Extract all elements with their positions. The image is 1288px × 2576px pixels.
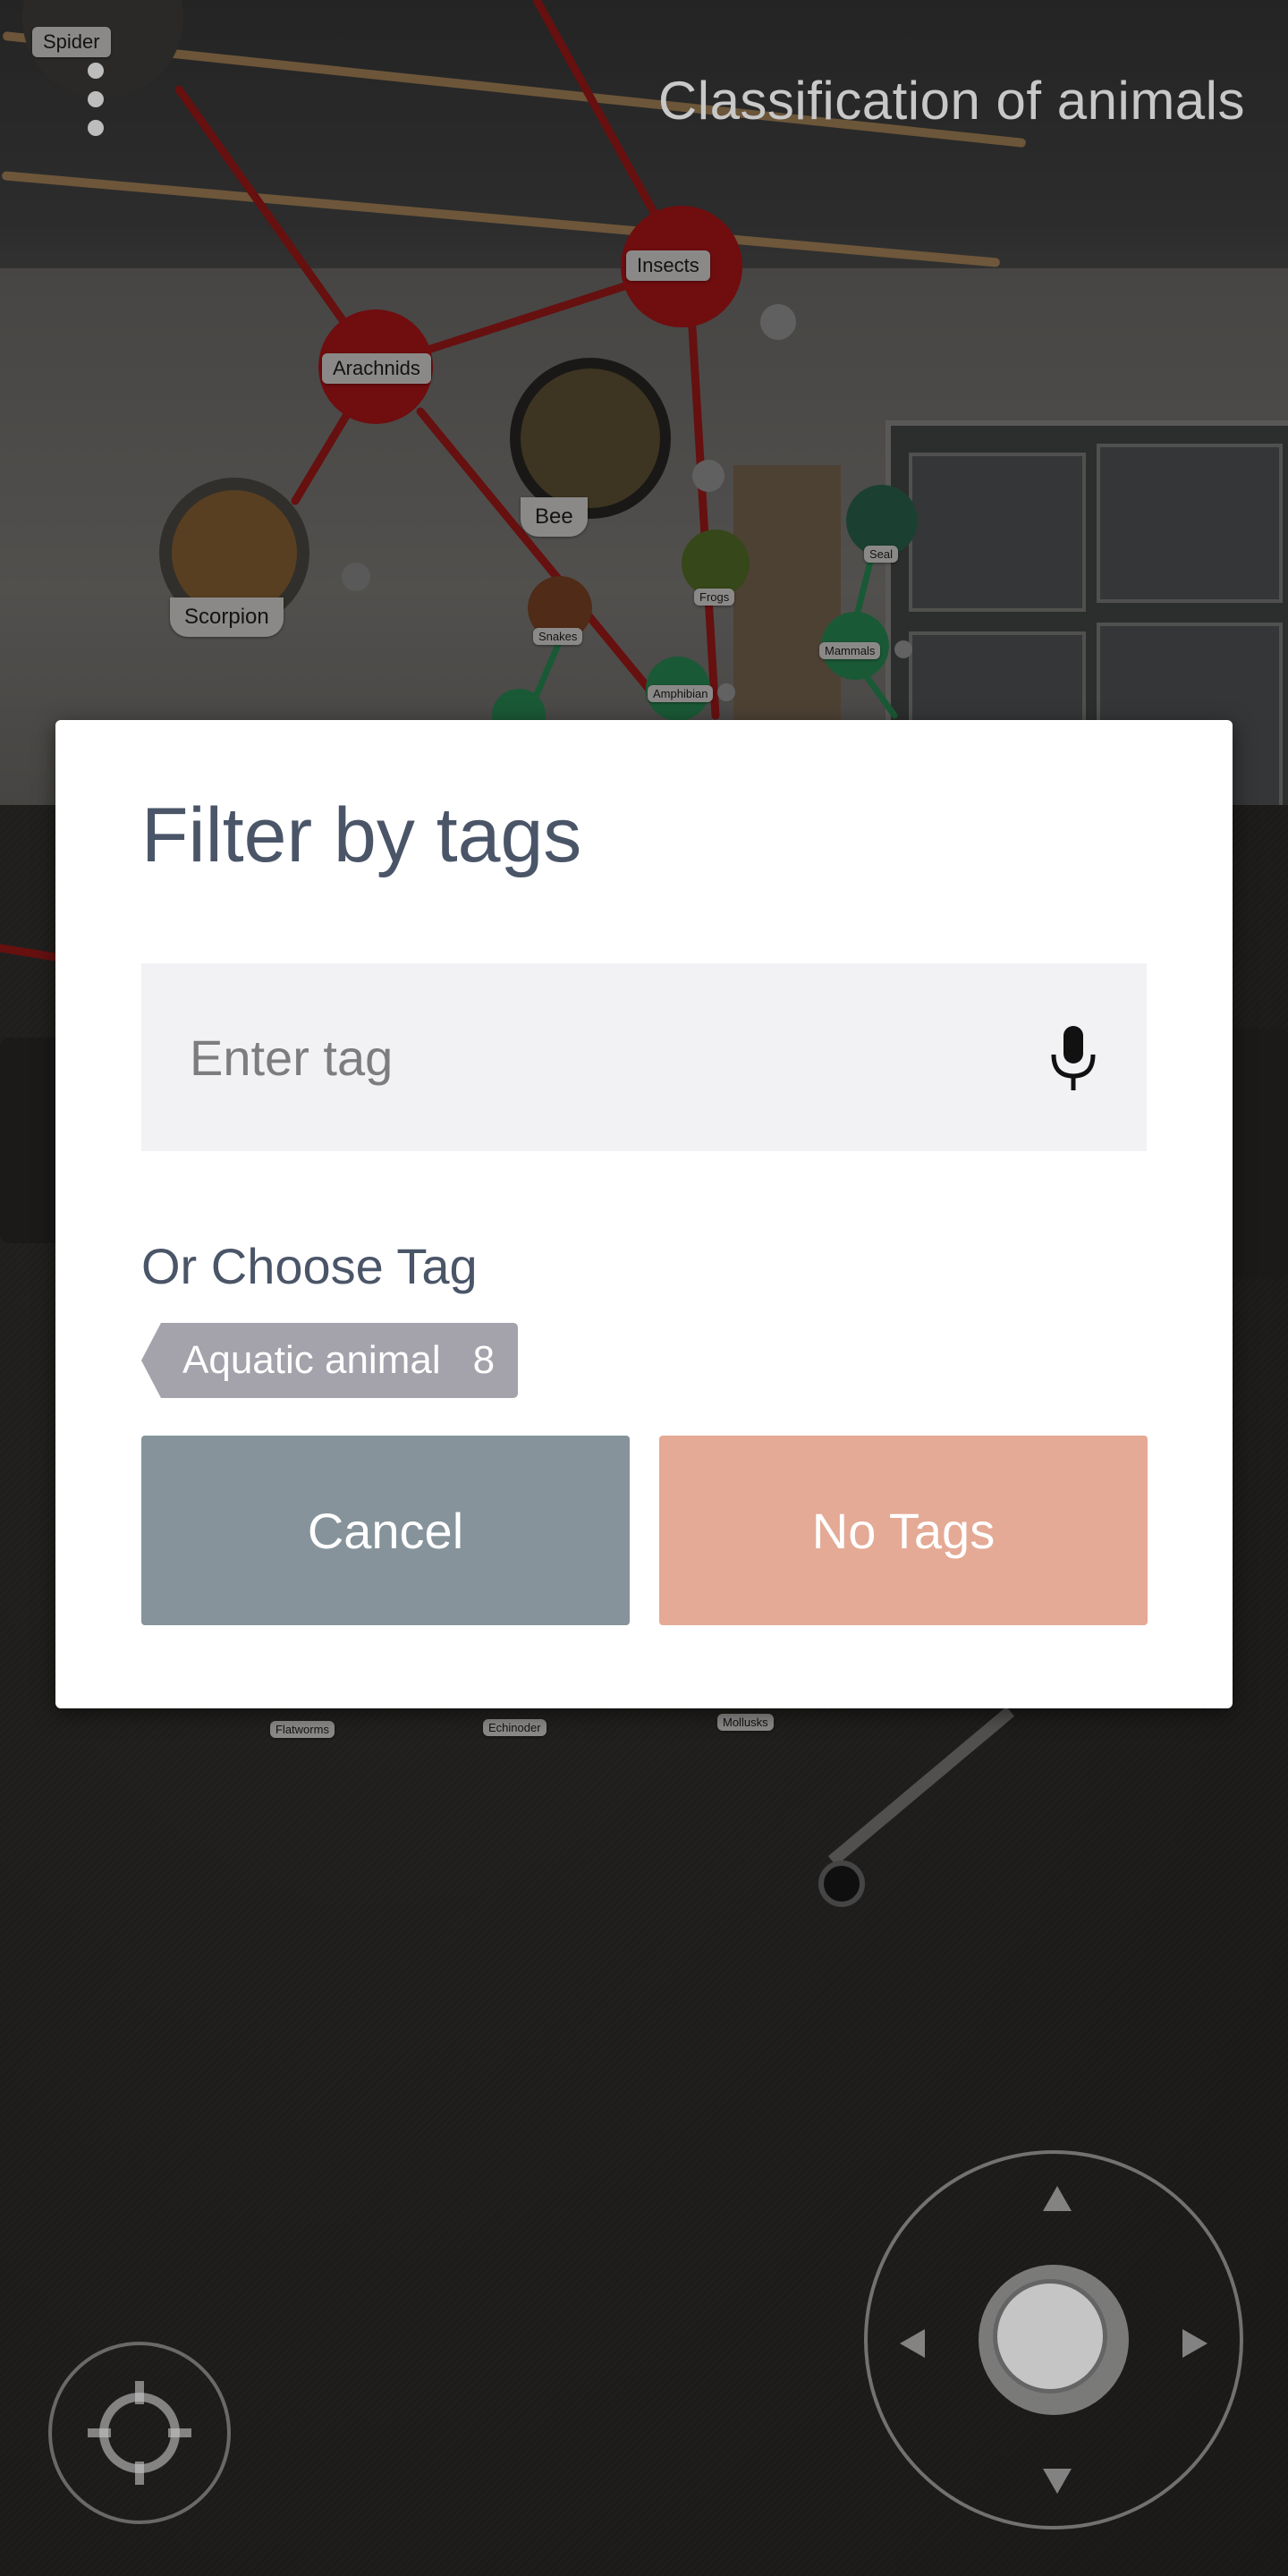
choose-tag-label: Or Choose Tag — [141, 1238, 478, 1294]
cancel-button[interactable]: Cancel — [141, 1436, 630, 1625]
arrow-right-icon[interactable] — [1182, 2329, 1208, 2358]
tag-chip-label: Aquatic animal — [182, 1338, 441, 1382]
page-title: Classification of animals — [657, 71, 1245, 131]
tag-chip-aquatic-animal[interactable]: Aquatic animal 8 — [141, 1323, 519, 1398]
tag-input[interactable] — [141, 963, 1036, 1151]
joystick-knob[interactable] — [979, 2265, 1129, 2415]
crosshair-icon — [88, 2381, 191, 2485]
arrow-left-icon[interactable] — [900, 2329, 925, 2358]
arrow-up-icon[interactable] — [1043, 2186, 1072, 2211]
recenter-button[interactable] — [48, 2342, 231, 2524]
tag-chip-count: 8 — [472, 1338, 496, 1382]
arrow-down-icon[interactable] — [1043, 2469, 1072, 2494]
filter-by-tags-dialog: Filter by tags Or Choose Tag Aquatic ani… — [55, 720, 1233, 1708]
tag-notch — [141, 1323, 161, 1398]
movement-joystick[interactable] — [864, 2150, 1243, 2529]
tag-input-container — [141, 963, 1147, 1151]
no-tags-button[interactable]: No Tags — [659, 1436, 1148, 1625]
more-options-icon[interactable] — [88, 63, 104, 148]
dialog-title: Filter by tags — [141, 792, 582, 878]
microphone-icon[interactable] — [1046, 1024, 1100, 1092]
